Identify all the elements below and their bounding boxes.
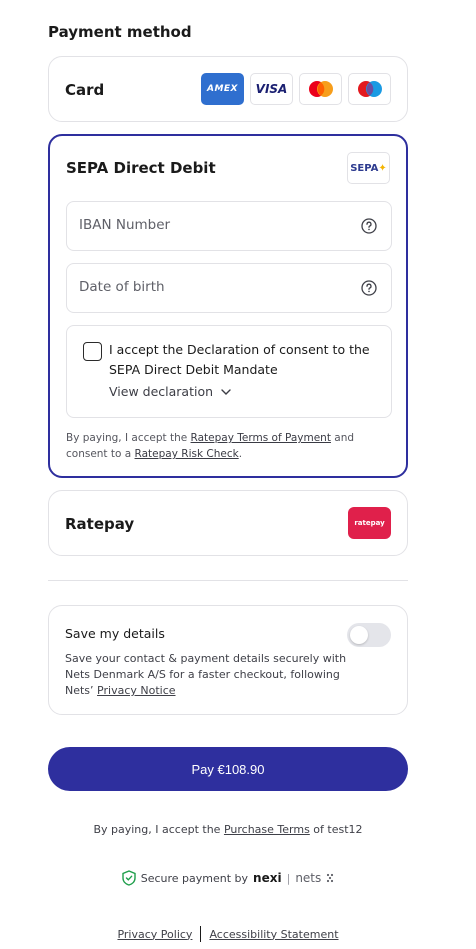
amex-logo: AMEX bbox=[201, 73, 244, 105]
sepa-legal-text: By paying, I accept the Ratepay Terms of… bbox=[66, 430, 386, 462]
accessibility-statement-link[interactable]: Accessibility Statement bbox=[209, 928, 338, 941]
ratepay-logo-text: ratepay bbox=[354, 519, 385, 527]
footer-separator bbox=[200, 926, 202, 942]
secure-payment-text: Secure payment by bbox=[140, 871, 249, 885]
help-icon[interactable] bbox=[361, 218, 377, 234]
card-option-label: Card bbox=[65, 81, 105, 99]
iban-field[interactable]: IBAN Number bbox=[66, 201, 392, 251]
nets-dots-icon bbox=[327, 873, 334, 883]
consent-checkbox[interactable] bbox=[83, 342, 102, 361]
consent-text: I accept the Declaration of consent to t… bbox=[109, 342, 370, 377]
sepa-option[interactable]: SEPA Direct Debit SEPA ✦ IBAN Number Date… bbox=[48, 134, 408, 478]
shield-check-icon bbox=[122, 870, 136, 886]
sepa-option-label: SEPA Direct Debit bbox=[66, 159, 216, 177]
chevron-down-icon bbox=[221, 388, 231, 395]
sepa-legal-prefix: By paying, I accept the bbox=[66, 432, 191, 444]
iban-placeholder: IBAN Number bbox=[79, 217, 171, 233]
dob-placeholder: Date of birth bbox=[79, 279, 165, 295]
save-details-title: Save my details bbox=[65, 626, 165, 641]
nexi-logo: nexi bbox=[253, 871, 282, 885]
logo-separator: | bbox=[286, 871, 291, 885]
help-icon[interactable] bbox=[361, 280, 377, 296]
pay-button[interactable]: Pay €108.90 bbox=[48, 747, 408, 791]
mastercard-icon bbox=[299, 73, 342, 105]
sepa-legal-suffix: . bbox=[238, 448, 243, 460]
ratepay-option-label: Ratepay bbox=[65, 515, 135, 533]
payment-method-heading: Payment method bbox=[48, 23, 192, 41]
card-option[interactable]: Card AMEX VISA bbox=[48, 56, 408, 122]
maestro-icon bbox=[348, 73, 391, 105]
ratepay-option[interactable]: Ratepay ratepay bbox=[48, 490, 408, 556]
toggle-knob bbox=[350, 626, 368, 644]
ratepay-risk-check-link[interactable]: Ratepay Risk Check bbox=[135, 448, 239, 460]
footer: Privacy Policy Accessibility Statement bbox=[0, 926, 456, 942]
date-of-birth-field[interactable]: Date of birth bbox=[66, 263, 392, 313]
purchase-legal-prefix: By paying, I accept the bbox=[93, 823, 224, 836]
privacy-policy-link[interactable]: Privacy Policy bbox=[117, 928, 192, 941]
view-declaration-toggle[interactable]: View declaration bbox=[109, 384, 231, 399]
ratepay-logo: ratepay bbox=[348, 507, 391, 539]
purchase-legal-suffix: of test12 bbox=[309, 823, 363, 836]
visa-logo: VISA bbox=[250, 73, 293, 105]
save-details-description: Save your contact & payment details secu… bbox=[65, 651, 355, 699]
save-details-toggle[interactable] bbox=[347, 623, 391, 647]
secure-payment-badge: Secure payment by nexi | nets bbox=[0, 870, 456, 886]
card-brands: AMEX VISA bbox=[201, 73, 391, 105]
privacy-notice-link[interactable]: Privacy Notice bbox=[97, 684, 175, 697]
consent-box: I accept the Declaration of consent to t… bbox=[66, 325, 392, 418]
sepa-logo-text: SEPA bbox=[350, 162, 379, 174]
view-declaration-label: View declaration bbox=[109, 384, 214, 399]
nets-logo: nets bbox=[295, 871, 322, 885]
divider bbox=[48, 580, 408, 581]
sepa-logo: SEPA ✦ bbox=[347, 152, 390, 184]
save-details-box: Save my details Save your contact & paym… bbox=[48, 605, 408, 715]
purchase-legal-text: By paying, I accept the Purchase Terms o… bbox=[0, 823, 456, 836]
ratepay-terms-link[interactable]: Ratepay Terms of Payment bbox=[191, 432, 331, 444]
purchase-terms-link[interactable]: Purchase Terms bbox=[224, 823, 310, 836]
